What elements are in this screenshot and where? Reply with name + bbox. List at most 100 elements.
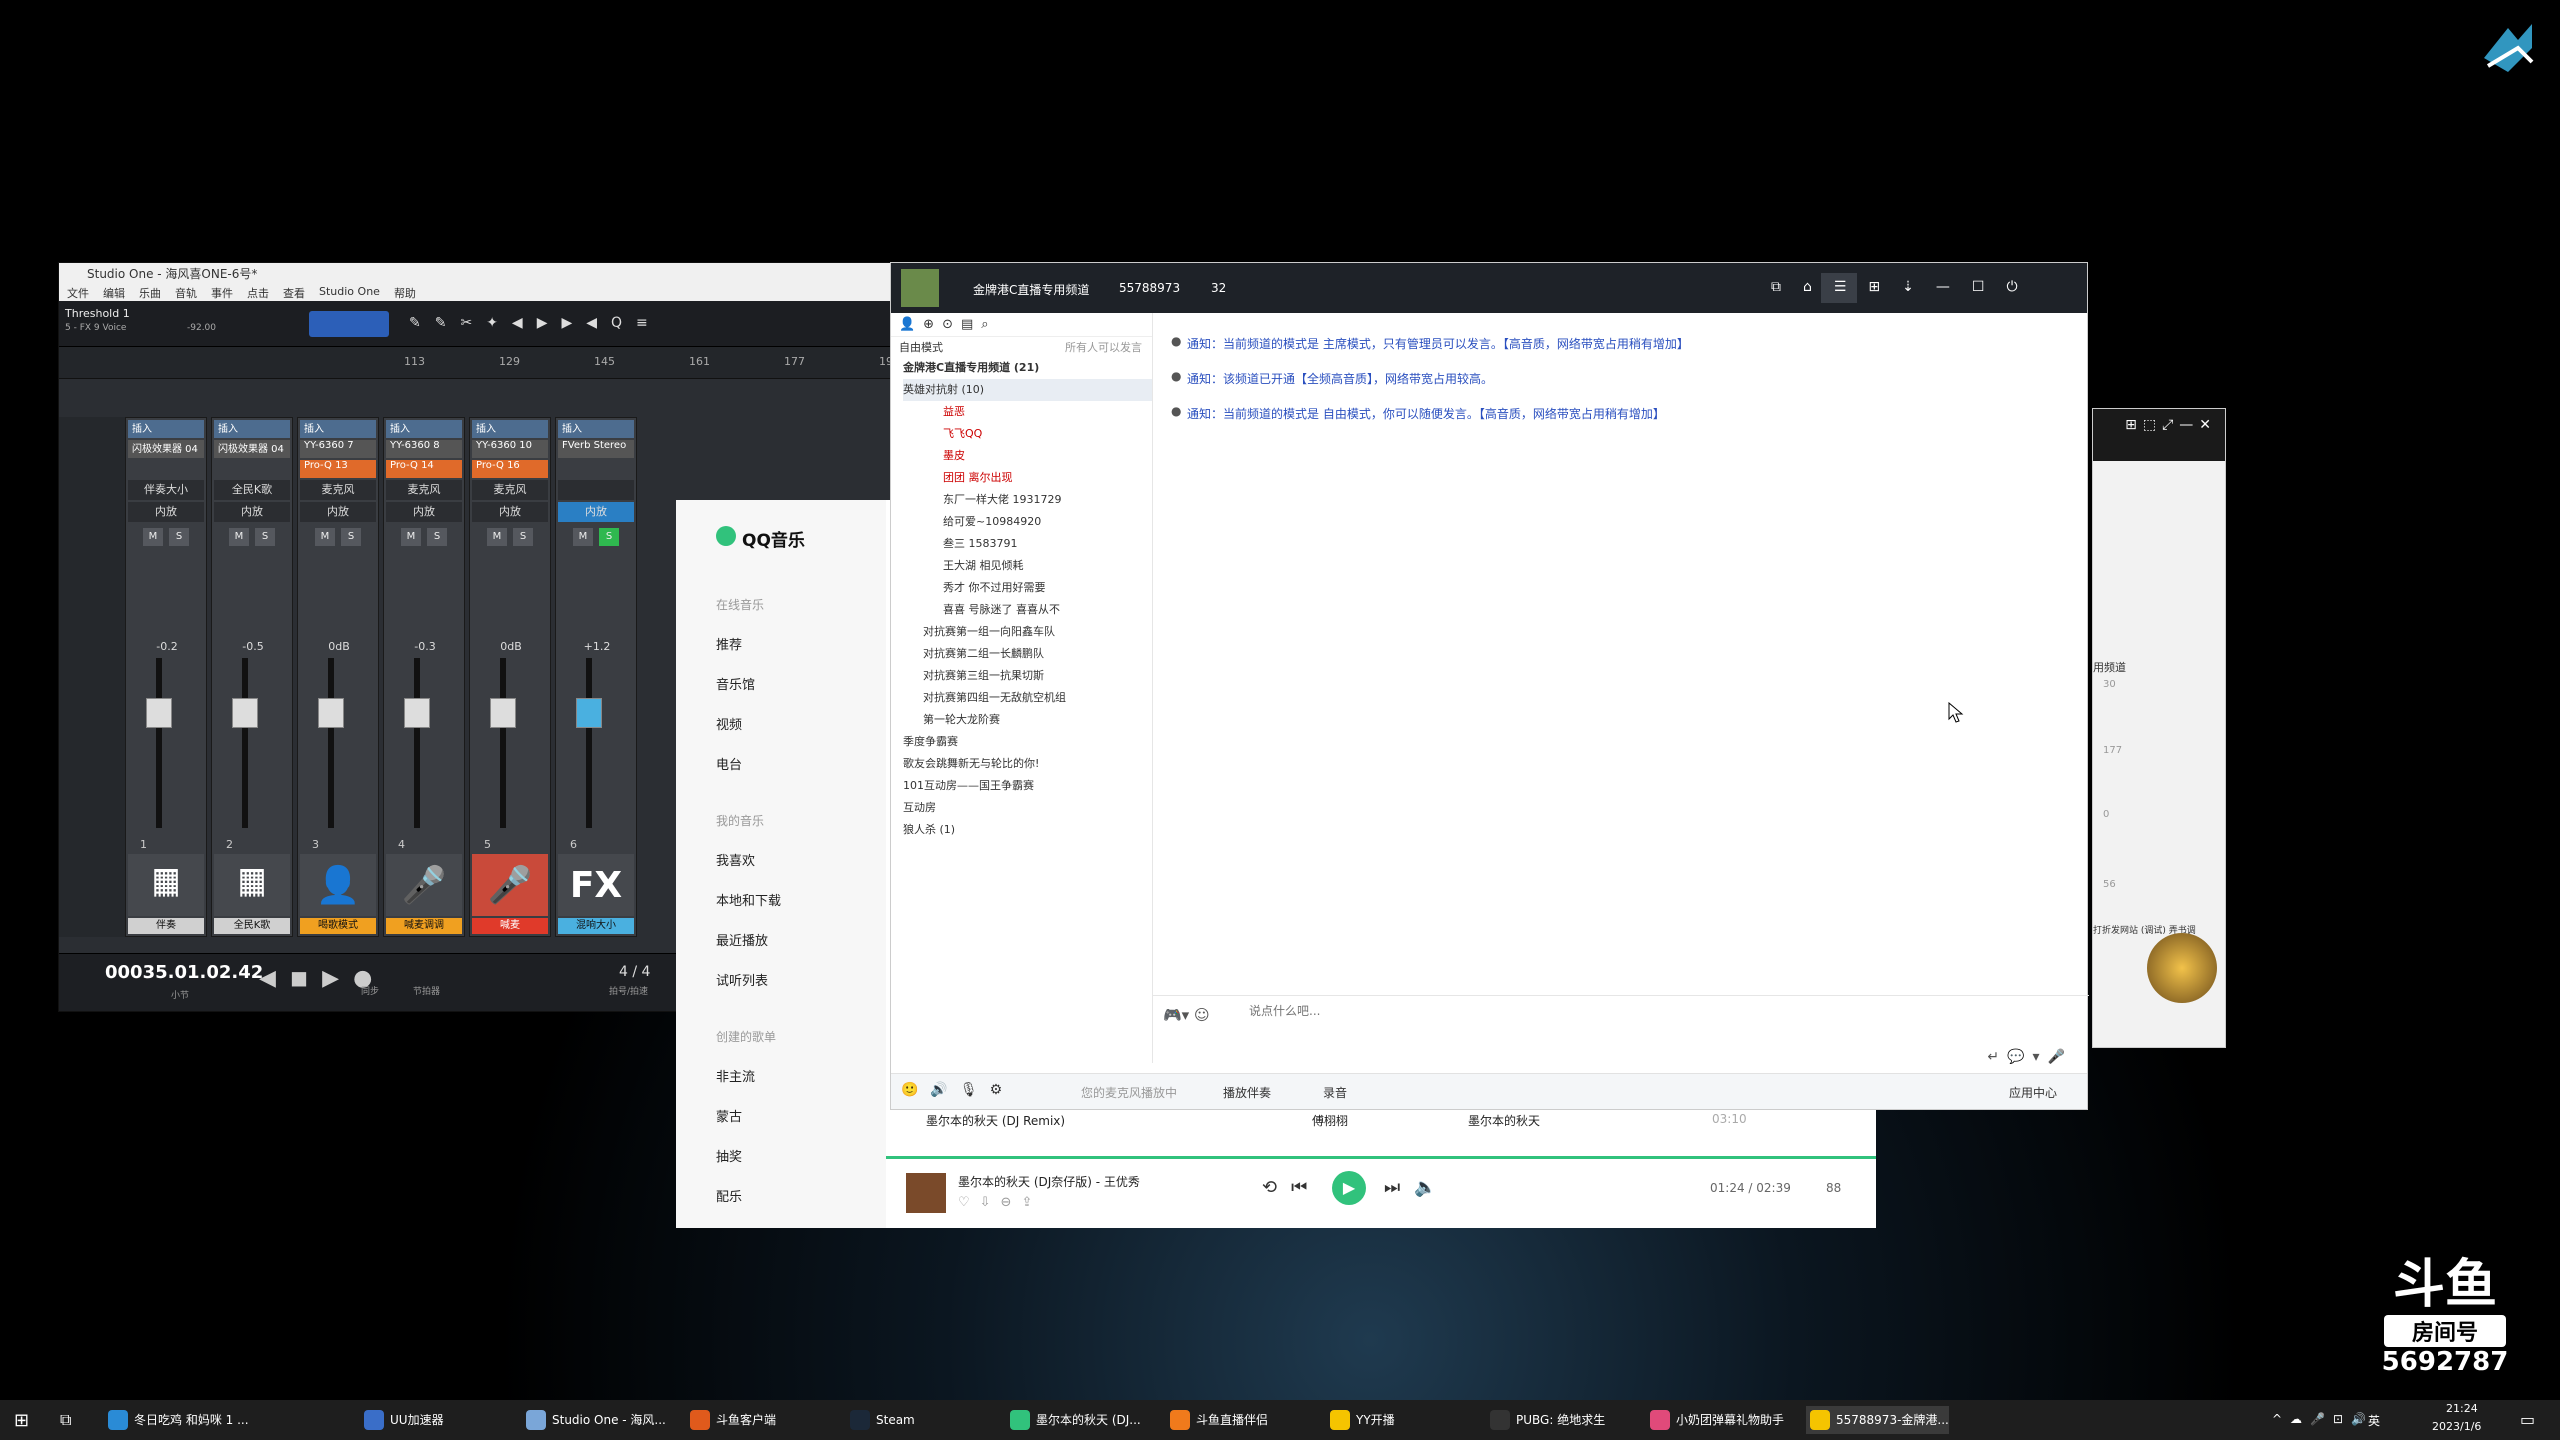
clock-time[interactable]: 21:24 [2446,1402,2478,1415]
play-button[interactable]: ▶ [1332,1171,1366,1205]
song-row-title[interactable]: 墨尔本的秋天 (DJ Remix) [926,1112,1065,1129]
channel-name[interactable]: 喝歌模式 [300,918,376,934]
panel-controls-icon[interactable]: ⊞⬚⤢—✕ [2093,409,2225,461]
tree-node-selected[interactable]: 英雄对抗射 (10) [903,379,1152,401]
mixer-icon[interactable]: 𝄜 [214,854,290,916]
channel-name[interactable]: 伴奏 [128,918,204,934]
panel-link[interactable]: 打折发网站 (调试) 弄书调 [2093,923,2227,936]
notification-icon[interactable]: ▭ [2520,1410,2535,1429]
playback-controls-icon[interactable]: ⟲⏮ [1262,1177,1321,1198]
channel-input[interactable]: 麦克风 [300,480,376,500]
taskbar-item[interactable]: UU加速器 [360,1406,444,1434]
menu-item[interactable]: 文件 [67,285,89,301]
channel-output[interactable]: 内放 [300,502,376,522]
tree-channel[interactable]: 歌友会跳舞新无与轮比的你! [903,753,1152,775]
mute-button[interactable]: M [143,528,163,546]
tree-user[interactable]: 飞飞QQ [903,423,1152,445]
mute-button[interactable]: M [487,528,507,546]
taskbar-item[interactable]: YY开播 [1326,1406,1395,1434]
tree-subchannel[interactable]: 对抗赛第三组一抗果切斯 [903,665,1152,687]
ime-indicator[interactable]: 英 [2368,1412,2380,1429]
app-center-button[interactable]: 应用中心 [2009,1084,2057,1101]
insert-plugin[interactable]: 闪极效果器 04 [214,440,290,458]
send-options-icon[interactable]: ↵💬▾🎤 [1987,1049,2073,1065]
fader-handle[interactable] [576,698,602,728]
insert-plugin[interactable] [214,460,290,478]
channel-output[interactable]: 内放 [472,502,548,522]
start-icon[interactable]: ⊞ [14,1410,29,1431]
playlist-item[interactable]: 非主流 [716,1066,755,1085]
nav-item[interactable]: 我喜欢 [716,850,755,869]
microphone-icon[interactable]: 🎤 [472,854,548,916]
channel-output[interactable]: 内放 [558,502,634,522]
insert-plugin[interactable]: Pro-Q 16 [472,460,548,478]
tree-channel[interactable]: 季度争霸赛 [903,731,1152,753]
tree-user[interactable]: 秀才 你不过用好需要 [903,577,1152,599]
fader-track[interactable] [232,658,258,828]
menu-item[interactable]: 点击 [247,285,269,301]
clock-date[interactable]: 2023/1/6 [2432,1420,2481,1433]
like-download-icons[interactable]: ♡⇩⊖⇪ [958,1195,1042,1210]
fader-handle[interactable] [490,698,516,728]
nav-item[interactable]: 音乐馆 [716,674,755,693]
song-row-artist[interactable]: 傅栩栩 [1312,1112,1348,1129]
badge-image[interactable] [2147,933,2217,1003]
channel-input[interactable]: 全民K歌 [214,480,290,500]
select-tool-button[interactable] [309,311,389,337]
playlist-item[interactable]: 抽奖 [716,1146,742,1165]
insert-slot[interactable]: 插入 [300,420,376,438]
song-row-album[interactable]: 墨尔本的秋天 [1468,1112,1540,1129]
nav-item[interactable]: 试听列表 [716,970,768,989]
tree-user[interactable]: 叁三 1583791 [903,533,1152,555]
nav-item[interactable]: 本地和下载 [716,890,781,909]
mute-button[interactable]: M [315,528,335,546]
fader-track[interactable] [404,658,430,828]
channel-name[interactable]: 喊麦 [472,918,548,934]
mute-button[interactable]: M [401,528,421,546]
taskbar-item[interactable]: Steam [846,1406,915,1434]
channel-name[interactable]: 混响大小 [558,918,634,934]
tree-root[interactable]: 金牌港C直播专用频道 (21) [903,357,1152,379]
fader-track[interactable] [576,658,602,828]
insert-plugin[interactable] [558,460,634,478]
solo-button[interactable]: S [599,528,619,546]
mute-button[interactable]: M [229,528,249,546]
taskbar-item[interactable]: 墨尔本的秋天 (DJ... [1006,1406,1141,1434]
tree-subchannel[interactable]: 对抗赛第二组一长麟鹏队 [903,643,1152,665]
tree-subchannel[interactable]: 对抗赛第一组一向阳鑫车队 [903,621,1152,643]
playlist-item[interactable]: 蒙古 [716,1106,742,1125]
tree-toolbar-icons[interactable]: 👤⊕⊙▤⌕ [891,313,1152,337]
menu-item[interactable]: 编辑 [103,285,125,301]
window-controls-icon[interactable]: ⧉⌂☰⊞⇣—☐⏻ [1771,279,2040,295]
fader-handle[interactable] [232,698,258,728]
insert-slot[interactable]: 插入 [386,420,462,438]
nav-item[interactable]: 电台 [716,754,742,773]
insert-slot[interactable]: 插入 [214,420,290,438]
solo-button[interactable]: S [341,528,361,546]
playlist-item[interactable]: 配乐 [716,1186,742,1205]
menu-item[interactable]: 查看 [283,285,305,301]
tree-user[interactable]: 王大湖 相见倾耗 [903,555,1152,577]
tree-subchannel[interactable]: 第一轮大龙阶赛 [903,709,1152,731]
insert-plugin[interactable]: Pro-Q 13 [300,460,376,478]
taskbar-item[interactable]: Studio One - 海风... [522,1406,666,1434]
audio-controls-icon[interactable]: 🙂🔊🎙⚙ [901,1082,1014,1098]
fader-handle[interactable] [318,698,344,728]
insert-plugin[interactable]: YY-6360 8 [386,440,462,458]
channel-input[interactable]: 麦克风 [472,480,548,500]
insert-slot[interactable]: 插入 [472,420,548,438]
fader-track[interactable] [318,658,344,828]
nav-item[interactable]: 最近播放 [716,930,768,949]
edit-tools-icon[interactable]: ✎✎✂✦◀▶▶◀Q≡ [409,315,662,331]
time-signature[interactable]: 4 / 4 [619,964,650,980]
tree-user[interactable]: 给可爱~10984920 [903,511,1152,533]
tray-icons[interactable]: ^☁🎤⊡🔊 [2272,1412,2374,1426]
next-volume-icon[interactable]: ⏭🔈 [1384,1177,1451,1198]
fader-handle[interactable] [146,698,172,728]
channel-input[interactable]: 麦克风 [386,480,462,500]
now-playing-title[interactable]: 墨尔本的秋天 (DJ奈仔版) - 王优秀 [958,1173,1140,1190]
fader-track[interactable] [146,658,172,828]
album-cover[interactable] [906,1173,946,1213]
task-view-icon[interactable]: ⧉ [60,1410,71,1430]
mixer-icon[interactable]: 𝄜 [128,854,204,916]
